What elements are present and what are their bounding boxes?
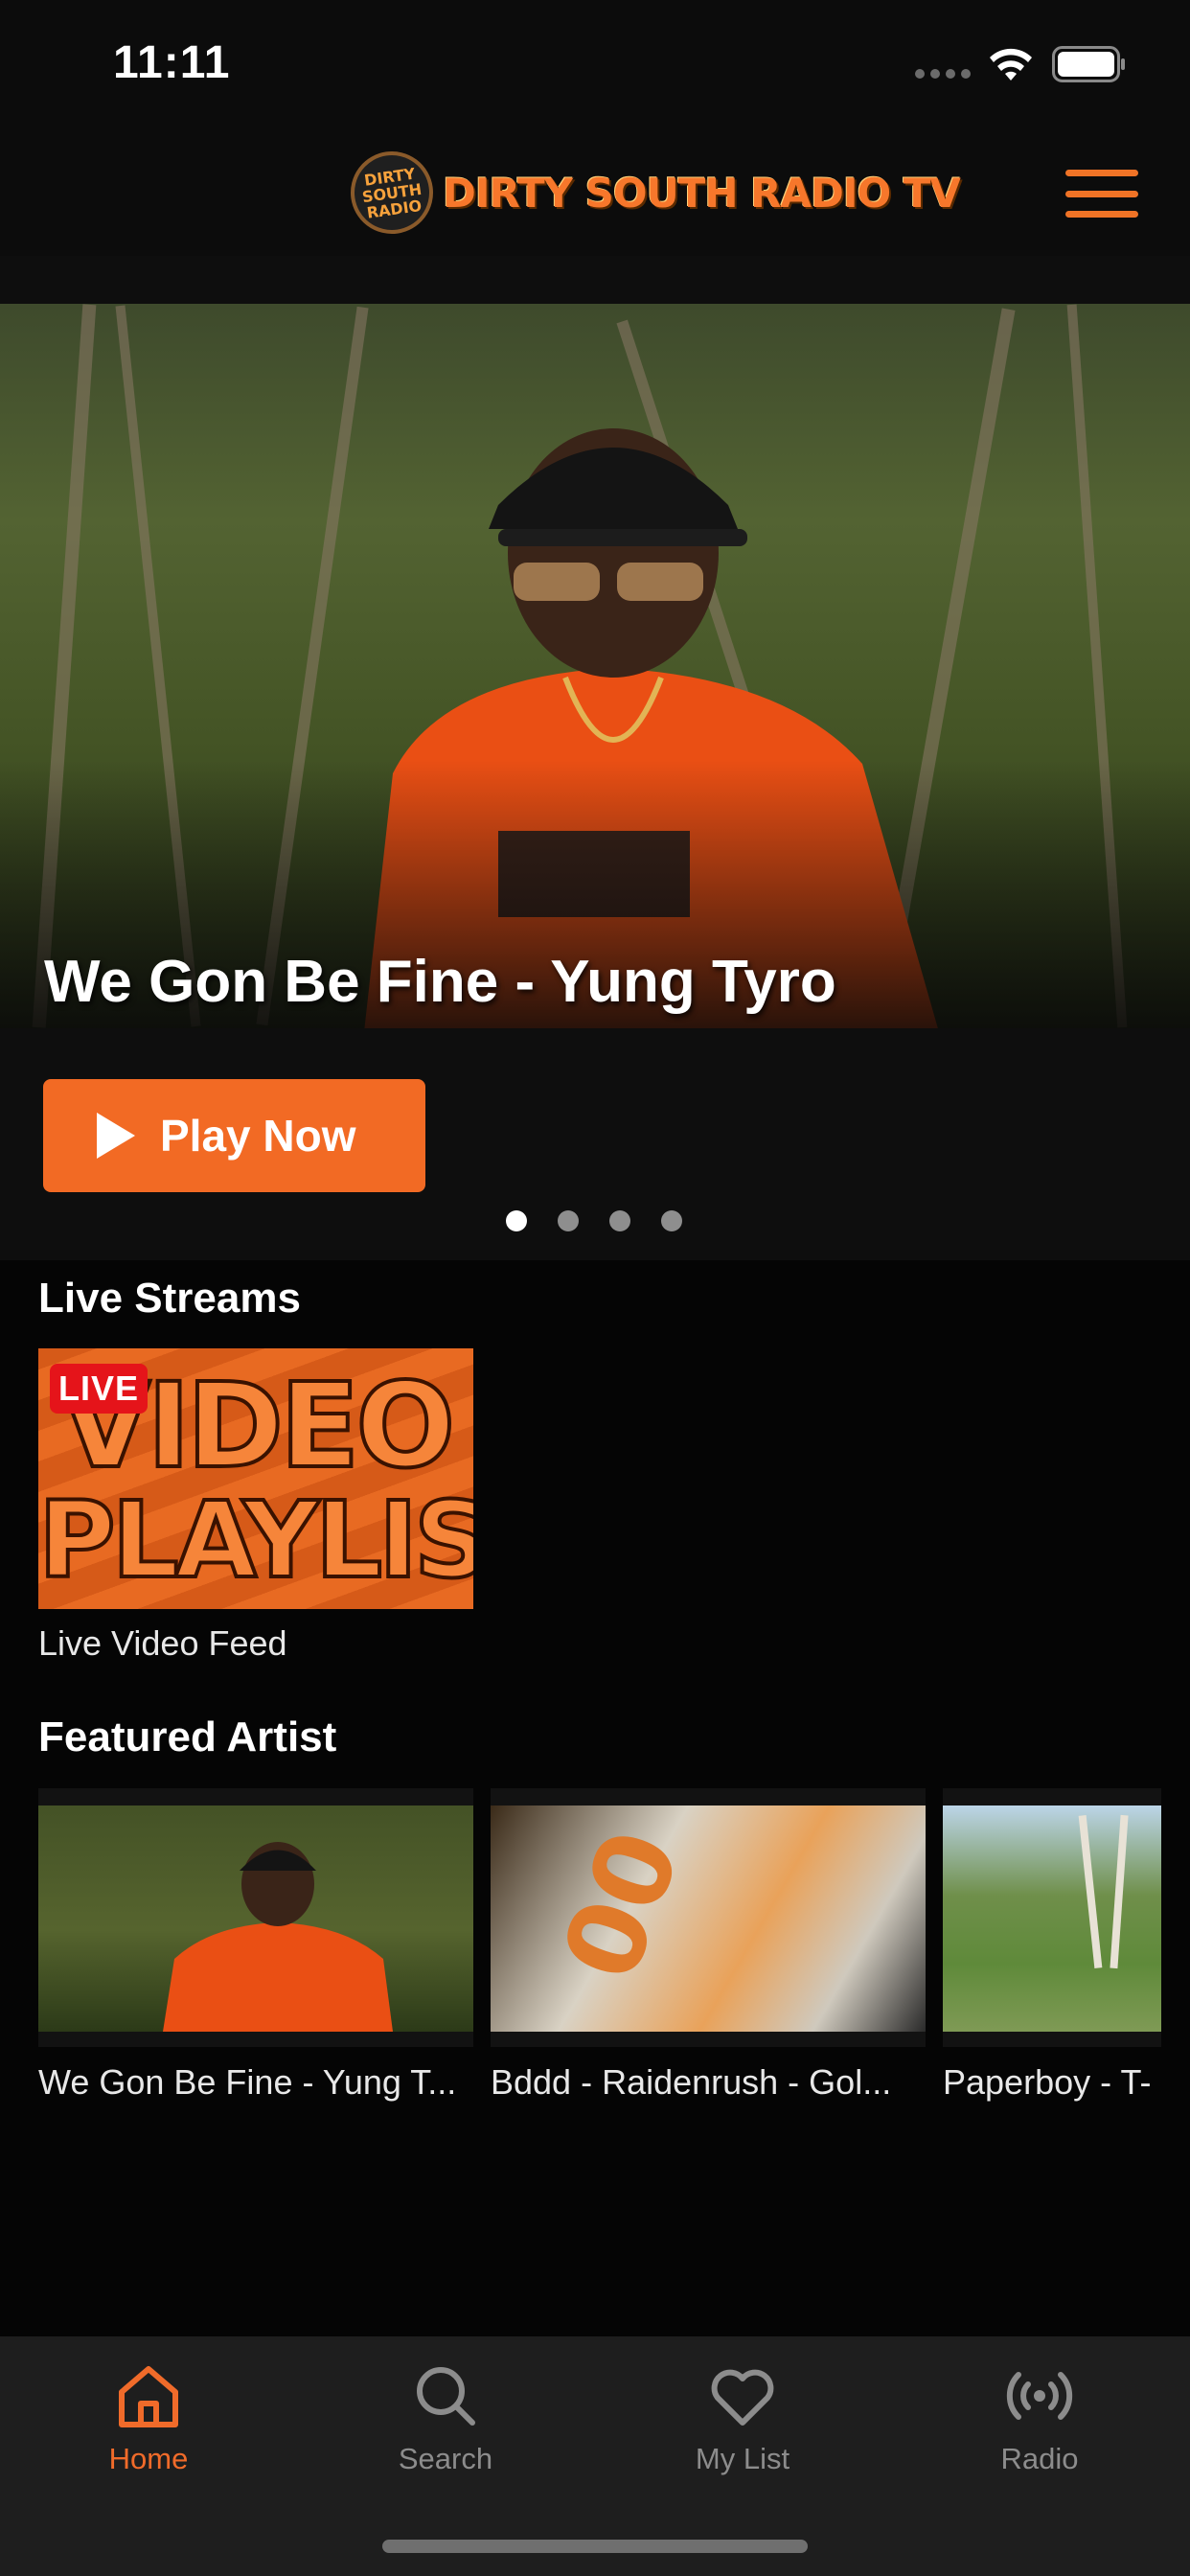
featured-item-label: Paperboy - T- [943, 2062, 1152, 2102]
section-title-featured-artist: Featured Artist [38, 1714, 337, 1760]
cellular-signal-icon [915, 69, 971, 79]
featured-artist-card[interactable] [943, 1788, 1161, 2047]
heart-icon [711, 2369, 774, 2426]
logo-badge: DIRTY SOUTH RADIO [345, 146, 439, 240]
live-stream-label: Live Video Feed [38, 1623, 287, 1663]
featured-thumbnail: 00 [491, 1806, 926, 2032]
hero-title: We Gon Be Fine - Yung Tyro [44, 949, 836, 1015]
featured-thumbnail [38, 1806, 473, 2032]
home-icon [119, 2366, 178, 2427]
featured-item-label: We Gon Be Fine - Yung T... [38, 2062, 457, 2102]
battery-icon [1052, 46, 1125, 82]
live-badge: LIVE [50, 1364, 148, 1414]
hamburger-menu-icon[interactable] [1065, 166, 1138, 221]
pager-dot[interactable] [609, 1210, 630, 1231]
pager-dot[interactable] [506, 1210, 527, 1231]
featured-artist-card[interactable] [38, 1788, 473, 2047]
carousel-pager[interactable] [506, 1210, 682, 1231]
app-header: DIRTY SOUTH RADIO DIRTY SOUTH RADIO TV [0, 129, 1190, 256]
pager-dot[interactable] [661, 1210, 682, 1231]
pager-dot[interactable] [558, 1210, 579, 1231]
tab-label: Home [108, 2442, 189, 2475]
section-title-live-streams: Live Streams [38, 1275, 301, 1322]
status-time: 11:11 [113, 37, 231, 88]
featured-item-label: Bddd - Raidenrush - Gol... [491, 2062, 892, 2102]
tab-my-list[interactable]: My List [594, 2336, 891, 2509]
tab-home[interactable]: Home [0, 2336, 297, 2509]
home-indicator[interactable] [382, 2540, 808, 2553]
hero-image[interactable] [0, 304, 1190, 1028]
featured-artist-card[interactable]: 00 [491, 1788, 926, 2047]
tab-label: My List [695, 2442, 790, 2475]
live-stream-card[interactable]: VIDEO PLAYLIST LIVE [38, 1348, 473, 1609]
tab-radio[interactable]: Radio [891, 2336, 1188, 2509]
tab-search[interactable]: Search [297, 2336, 594, 2509]
status-bar: 11:11 [0, 0, 1190, 129]
play-now-button[interactable]: Play Now [43, 1079, 425, 1192]
search-icon [417, 2367, 475, 2426]
radio-broadcast-icon [1006, 2372, 1073, 2420]
hero-carousel[interactable]: We Gon Be Fine - Yung Tyro Play Now [0, 256, 1190, 1260]
tab-label: Radio [1000, 2442, 1079, 2475]
play-now-label: Play Now [160, 1111, 356, 1161]
thumbnail-text: PLAYLIST [38, 1477, 473, 1603]
wifi-icon [990, 48, 1032, 80]
app-logo[interactable]: DIRTY SOUTH RADIO DIRTY SOUTH RADIO TV [345, 146, 961, 240]
tab-label: Search [398, 2442, 493, 2475]
logo-text: DIRTY SOUTH RADIO TV [443, 169, 961, 217]
featured-thumbnail [943, 1806, 1161, 2032]
play-icon [97, 1113, 135, 1159]
